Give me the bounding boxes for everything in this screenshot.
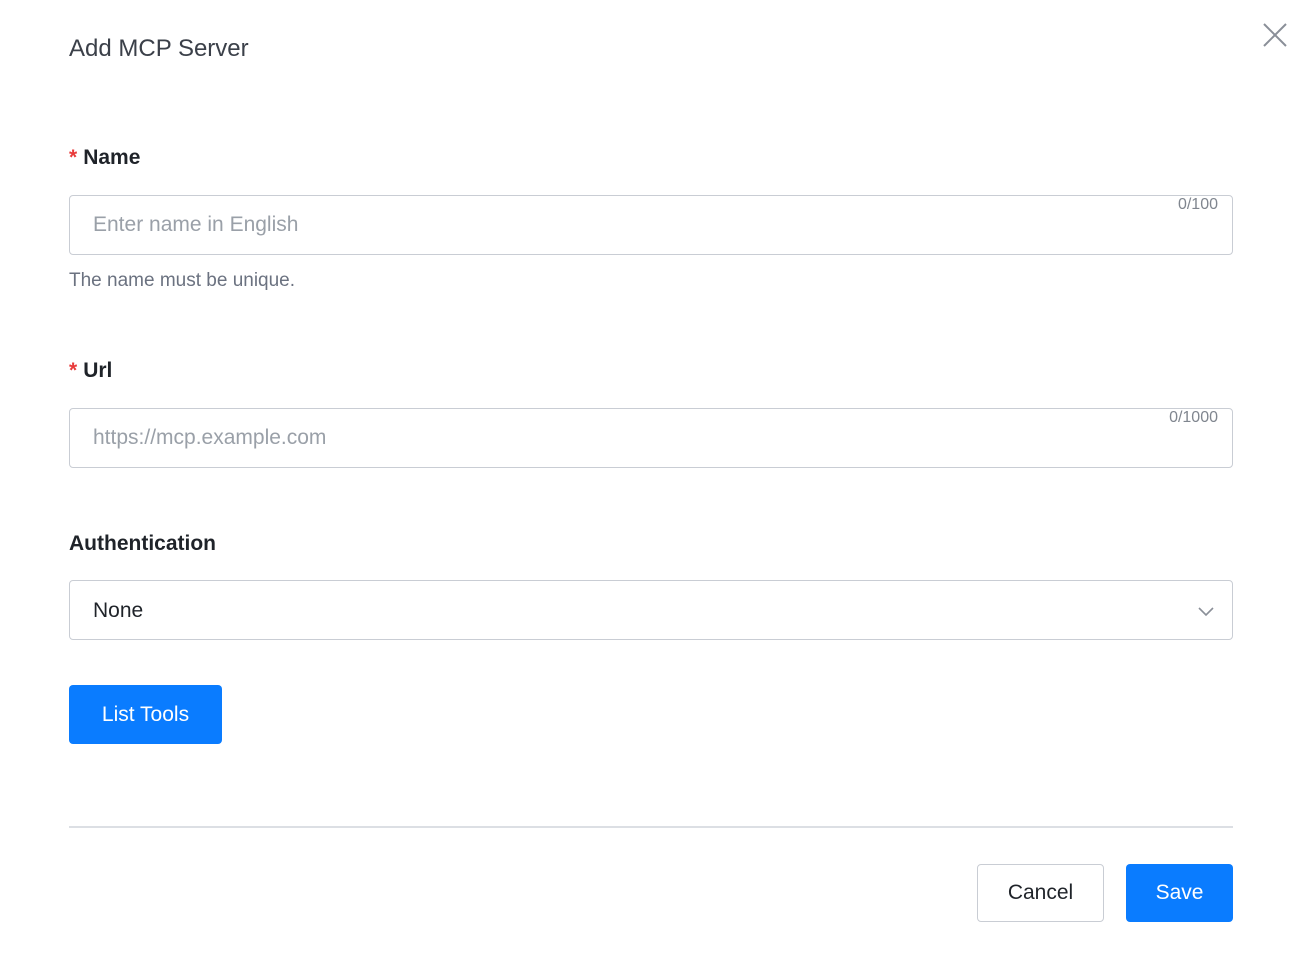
authentication-select[interactable]: None	[69, 580, 1233, 640]
close-icon	[1263, 23, 1287, 47]
authentication-selected-value: None	[93, 599, 144, 622]
url-label-text: Url	[83, 359, 113, 382]
save-button[interactable]: Save	[1126, 864, 1233, 922]
required-mark: *	[69, 359, 78, 382]
name-char-counter: 0/100	[1177, 196, 1218, 213]
list-tools-button[interactable]: List Tools	[69, 685, 222, 744]
url-char-counter: 0/1000	[1169, 409, 1218, 426]
authentication-label: Authentication	[69, 532, 216, 555]
required-mark: *	[69, 146, 78, 169]
chevron-down-icon	[1198, 607, 1214, 617]
name-label-text: Name	[83, 146, 141, 169]
name-input[interactable]	[70, 196, 1232, 254]
name-label: * Name	[69, 144, 140, 172]
url-field-box: 0/1000	[69, 408, 1233, 468]
close-button[interactable]	[1258, 18, 1290, 52]
footer-divider	[69, 826, 1233, 828]
name-help-text: The name must be unique.	[69, 270, 296, 291]
dialog-title: Add MCP Server	[69, 35, 249, 62]
cancel-button[interactable]: Cancel	[977, 864, 1104, 922]
add-mcp-server-dialog: Add MCP Server *Name 0/100 The name must…	[0, 0, 1290, 953]
url-label: * Url	[69, 357, 112, 385]
name-field-box: 0/100	[69, 195, 1233, 255]
url-input[interactable]	[70, 409, 1232, 467]
